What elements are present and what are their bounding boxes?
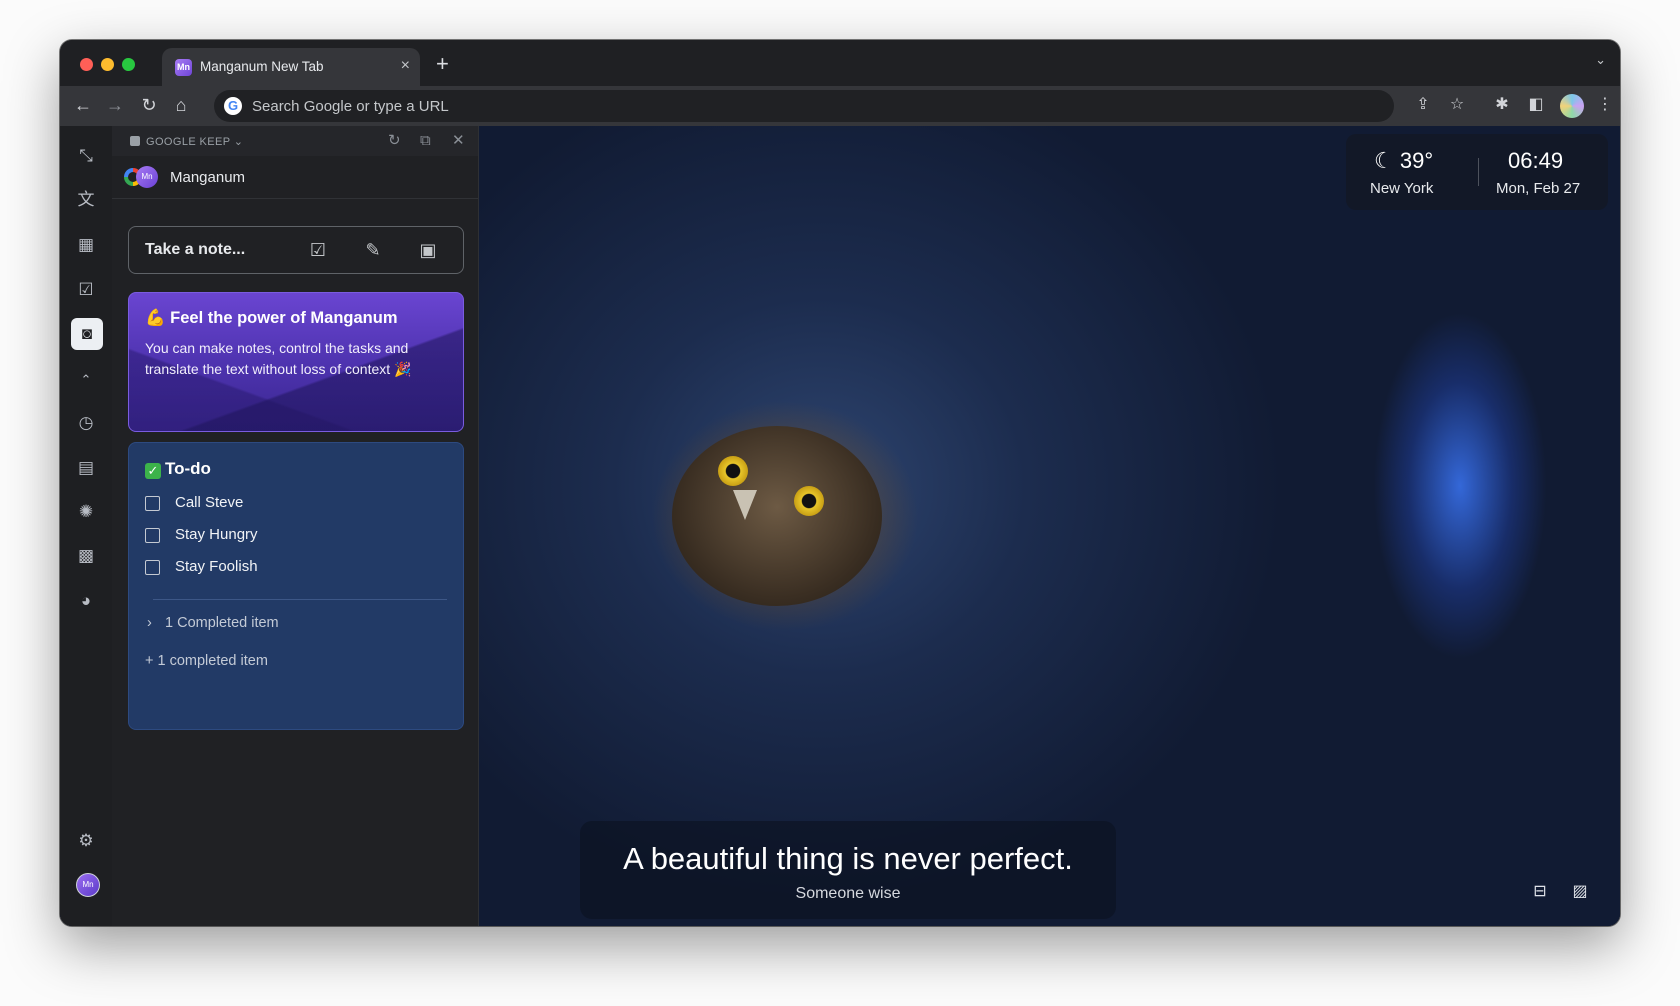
take-note-input[interactable]: Take a note... ☑ ✎ ▣ (128, 226, 464, 274)
profile-avatar[interactable] (1560, 94, 1584, 118)
todo-checkbox[interactable] (145, 560, 160, 575)
bookmark-star-icon[interactable]: ☆ (1446, 94, 1468, 116)
todo-title: ✓ To-do (145, 459, 211, 479)
reload-icon[interactable]: ↻ (138, 94, 160, 116)
tab-title: Manganum New Tab (200, 59, 324, 74)
account-name: Manganum (170, 169, 246, 186)
promo-title: 💪 Feel the power of Manganum (145, 309, 398, 328)
todo-item[interactable]: Stay Foolish (145, 557, 445, 579)
flexed-arm-icon: 💪 (145, 309, 166, 327)
tab-close-icon[interactable]: × (401, 56, 410, 76)
browser-tab[interactable]: Mn Manganum New Tab × (162, 48, 420, 86)
calendar-icon[interactable]: ▦ (74, 233, 98, 257)
new-tab-button[interactable]: + (436, 52, 449, 76)
settings-gear-icon[interactable]: ⚙ (74, 829, 98, 853)
todo-title-text: To-do (165, 459, 211, 478)
browser-window: Mn Manganum New Tab × + ⌄ ← → ↻ ⌂ G Sear… (60, 40, 1620, 926)
browser-toolbar: ← → ↻ ⌂ G Search Google or type a URL ⇪ … (60, 86, 1620, 126)
home-icon[interactable]: ⌂ (170, 94, 192, 116)
minimize-window-button[interactable] (101, 58, 114, 71)
new-drawing-brush-icon[interactable]: ✎ (362, 239, 384, 261)
completed-count: + 1 completed item (145, 653, 268, 669)
owl-right-eye (794, 486, 824, 516)
open-external-icon[interactable]: ⧉ (420, 132, 431, 150)
new-image-note-icon[interactable]: ▣ (417, 239, 439, 261)
refresh-icon[interactable]: ↻ (388, 132, 401, 150)
toggle-layout-icon[interactable]: ⊟ (1526, 878, 1554, 906)
quote-author: Someone wise (795, 885, 901, 902)
change-wallpaper-icon[interactable]: ▨ (1566, 878, 1594, 906)
todo-divider (153, 599, 447, 600)
manganum-favicon-icon: Mn (175, 59, 192, 76)
account-avatar: Mn (136, 166, 158, 188)
completed-items-toggle[interactable]: › 1 Completed item (147, 615, 279, 631)
manganum-sidebar: ⤡ 文 ▦ ☑ ◙ ⌃ ◷ ▤ ✺ ▩ ◕ ⚙ Mn (60, 126, 112, 926)
widget-divider (1478, 158, 1479, 186)
new-list-checkbox-icon[interactable]: ☑ (307, 239, 329, 261)
keep-logo-icon (130, 136, 140, 146)
new-tab-content: ⤡ 文 ▦ ☑ ◙ ⌃ ◷ ▤ ✺ ▩ ◕ ⚙ Mn GOOGLE KEEP ⌄… (60, 126, 1620, 926)
address-placeholder: Search Google or type a URL (252, 98, 449, 115)
quote-box: A beautiful thing is never perfect. Some… (580, 821, 1116, 919)
panel-header: GOOGLE KEEP ⌄ ↻ ⧉ ✕ (112, 126, 478, 156)
city-name: New York (1370, 180, 1434, 197)
todo-item[interactable]: Call Steve (145, 493, 445, 515)
promo-note-card[interactable]: 💪 Feel the power of Manganum You can mak… (128, 292, 464, 432)
quote-text: A beautiful thing is never perfect. (623, 841, 1073, 876)
clock-time: 06:49 (1508, 148, 1564, 173)
calculator-icon[interactable]: ▩ (74, 544, 98, 568)
browser-menu-icon[interactable]: ⋮ (1594, 94, 1616, 116)
close-window-button[interactable] (80, 58, 93, 71)
weather-clock-widget[interactable]: ☾ 39° New York 06:49 Mon, Feb 27 (1346, 134, 1608, 210)
google-keep-panel: GOOGLE KEEP ⌄ ↻ ⧉ ✕ Mn Manganum Take a n… (112, 126, 479, 926)
tab-strip: Mn Manganum New Tab × + ⌄ (60, 40, 1620, 86)
panel-source-label: GOOGLE KEEP ⌄ (146, 136, 244, 148)
night-moon-icon: ☾ (1374, 148, 1394, 173)
temperature-value: 39° (1399, 148, 1434, 173)
todo-checkbox[interactable] (145, 496, 160, 511)
translate-icon[interactable]: 文 (74, 188, 98, 212)
google-icon: G (224, 97, 242, 115)
share-icon[interactable]: ⇪ (1412, 94, 1434, 116)
pacman-game-icon[interactable]: ◕ (74, 589, 98, 613)
promo-body: You can make notes, control the tasks an… (145, 340, 412, 377)
chevron-up-icon[interactable]: ⌃ (74, 368, 98, 392)
green-check-icon: ✓ (145, 463, 161, 479)
extensions-puzzle-icon[interactable]: ✱ (1491, 94, 1513, 116)
todo-note-card[interactable]: ✓ To-do Call Steve Stay Hungry Stay Fooli… (128, 442, 464, 730)
forward-icon[interactable]: → (104, 94, 126, 116)
tasks-icon[interactable]: ☑ (74, 278, 98, 302)
todo-item-label: Call Steve (175, 494, 244, 511)
chat-icon[interactable]: ▤ (74, 456, 98, 480)
address-bar[interactable]: G Search Google or type a URL (214, 90, 1394, 122)
todo-item[interactable]: Stay Hungry (145, 525, 445, 547)
back-icon[interactable]: ← (72, 94, 94, 116)
todo-checkbox[interactable] (145, 528, 160, 543)
user-avatar[interactable]: Mn (76, 873, 100, 897)
keep-icon[interactable]: ◙ (71, 318, 103, 350)
temperature: ☾ 39° (1374, 148, 1433, 174)
todo-item-label: Stay Foolish (175, 558, 258, 575)
openai-icon[interactable]: ✺ (74, 500, 98, 524)
side-panel-icon[interactable]: ◧ (1525, 94, 1547, 116)
owl-beak (733, 490, 757, 520)
owl-left-eye (718, 456, 748, 486)
owl-face-image (672, 426, 882, 606)
account-row[interactable]: Mn Manganum (112, 156, 478, 199)
maximize-window-button[interactable] (122, 58, 135, 71)
todo-item-label: Stay Hungry (175, 526, 258, 543)
promo-title-text: Feel the power of Manganum (170, 309, 398, 327)
clock-date: Mon, Feb 27 (1496, 180, 1581, 197)
close-panel-icon[interactable]: ✕ (452, 132, 465, 150)
tab-search-icon[interactable]: ⌄ (1595, 52, 1606, 68)
panel-source-dropdown[interactable]: GOOGLE KEEP ⌄ (130, 135, 243, 148)
chevron-right-icon: › (147, 615, 152, 631)
collapse-icon[interactable]: ⤡ (74, 144, 98, 168)
completed-toggle-label: 1 Completed item (165, 615, 279, 631)
take-note-placeholder: Take a note... (145, 241, 246, 258)
history-icon[interactable]: ◷ (74, 411, 98, 435)
